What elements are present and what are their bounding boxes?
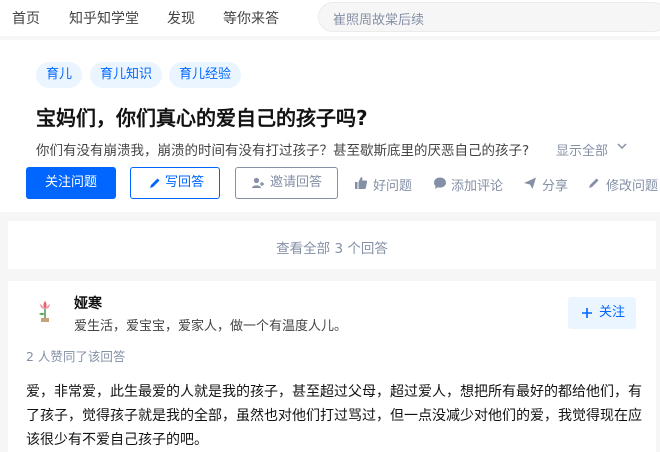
author-name[interactable]: 娅寒 (74, 293, 102, 313)
follow-author-button[interactable]: 关注 (568, 297, 636, 329)
add-comment-button[interactable]: 添加评论 (451, 175, 503, 194)
avatar[interactable] (30, 295, 60, 325)
author-bio: 爱生活，爱宝宝，爱家人，做一个有温度人儿。 (74, 319, 348, 334)
vote-count: 2 人赞同了该回答 (26, 349, 126, 364)
search-input[interactable]: 崔照周故棠后续 (333, 9, 424, 28)
topic-tag[interactable]: 育儿知识 (90, 62, 163, 88)
plus-icon (582, 308, 592, 318)
search-box[interactable]: 崔照周故棠后续 (318, 2, 660, 32)
share-button[interactable]: 分享 (542, 175, 568, 194)
follow-author-label: 关注 (599, 305, 626, 320)
show-all-link[interactable]: 显示全部 (556, 140, 608, 159)
chevron-down-icon[interactable] (616, 140, 628, 152)
share-icon (524, 177, 536, 189)
pencil-icon (150, 178, 160, 188)
topic-tag[interactable]: 育儿 (36, 62, 83, 88)
view-all-answers-bar[interactable]: 查看全部 3 个回答 (8, 221, 656, 269)
edit-question-button[interactable]: 修改问题 (606, 175, 658, 194)
nav-item-home[interactable]: 首页 (12, 8, 40, 28)
follow-question-button[interactable]: 关注问题 (26, 167, 116, 199)
nav-item-zhixuetang[interactable]: 知乎知学堂 (69, 8, 139, 28)
invite-answer-button[interactable]: 邀请回答 (235, 167, 338, 199)
answer-card: 娅寒 爱生活，爱宝宝，爱家人，做一个有温度人儿。 关注 2 人赞同了该回答 爱，… (8, 281, 656, 452)
nav-item-waiting-answers[interactable]: 等你来答 (223, 8, 279, 28)
good-question-button[interactable]: 好问题 (373, 175, 412, 194)
view-all-answers-link[interactable]: 查看全部 3 个回答 (8, 237, 656, 257)
add-user-icon (252, 177, 264, 188)
question-title: 宝妈们，你们真心的爱自己的孩子吗? (36, 106, 368, 130)
top-navigation: 首页 知乎知学堂 发现 等你来答 崔照周故棠后续 (0, 0, 660, 36)
nav-item-discover[interactable]: 发现 (167, 8, 195, 28)
edit-icon (589, 178, 599, 188)
invite-answer-label: 邀请回答 (270, 175, 323, 190)
write-answer-label: 写回答 (165, 175, 205, 190)
thumbs-up-icon (355, 177, 368, 189)
answer-content: 爱，非常爱，此生最爱的人就是我的孩子，甚至超过父母，超过爱人，想把所有最好的都给… (26, 384, 642, 448)
comment-icon (434, 177, 446, 189)
topic-tag[interactable]: 育儿经验 (169, 62, 242, 88)
question-header-card: 育儿 育儿知识 育儿经验 宝妈们，你们真心的爱自己的孩子吗? 你们有没有崩溃我，… (0, 40, 660, 212)
question-detail: 你们有没有崩溃我，崩溃的时间有没有打过孩子？甚至歇斯底里的厌恶自己的孩子? (36, 143, 530, 159)
write-answer-button[interactable]: 写回答 (130, 167, 220, 199)
